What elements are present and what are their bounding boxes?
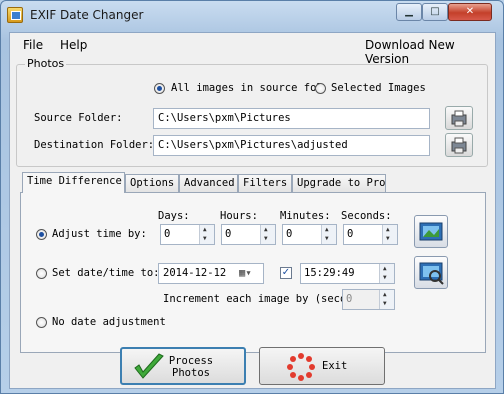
- maximize-icon: □: [430, 6, 440, 17]
- adjust-time-label: Adjust time by:: [52, 228, 147, 240]
- photos-group-title: Photos: [25, 57, 67, 70]
- folder-printer-icon: [451, 110, 467, 127]
- hours-stepper[interactable]: 0 ▲ ▼: [221, 224, 276, 245]
- title-bar[interactable]: EXIF Date Changer ▁ □ ✕: [1, 1, 503, 31]
- hours-label: Hours:: [220, 210, 258, 222]
- tab-advanced[interactable]: Advanced: [179, 174, 238, 193]
- time-difference-panel: Days: Hours: Minutes: Seconds: Adjust ti…: [20, 192, 486, 353]
- tab-upgrade-to-pro[interactable]: Upgrade to Pro: [292, 174, 386, 193]
- exit-button[interactable]: Exit: [259, 347, 385, 385]
- menu-help[interactable]: Help: [60, 38, 87, 52]
- time-enabled-checkbox[interactable]: ✓: [280, 267, 292, 279]
- folder-printer-icon: [451, 137, 467, 154]
- picture-frame-icon: [419, 222, 443, 241]
- days-stepper[interactable]: 0 ▲ ▼: [160, 224, 215, 245]
- stepper-arrows-icon[interactable]: ▲ ▼: [382, 225, 397, 244]
- minutes-stepper[interactable]: 0 ▲ ▼: [282, 224, 337, 245]
- tab-time-difference[interactable]: Time Difference: [22, 172, 125, 193]
- set-date-radio[interactable]: [36, 268, 47, 279]
- client-area: File Help Download New Version Photos Al…: [9, 32, 496, 389]
- app-window: EXIF Date Changer ▁ □ ✕ File Help Downlo…: [0, 0, 504, 394]
- process-label-line2: Photos: [172, 367, 210, 379]
- no-adjustment-label: No date adjustment: [52, 316, 166, 328]
- photos-group: Photos All images in source fol Selected…: [16, 57, 488, 167]
- stepper-arrows-icon[interactable]: ▲ ▼: [379, 264, 394, 283]
- download-new-version-link[interactable]: Download New Version: [365, 38, 495, 66]
- browse-source-button[interactable]: [445, 106, 473, 130]
- seconds-label: Seconds:: [341, 210, 392, 222]
- stepper-arrows-icon[interactable]: ▲ ▼: [199, 225, 214, 244]
- adjust-time-radio[interactable]: [36, 229, 47, 240]
- close-icon: ✕: [465, 6, 475, 17]
- destination-folder-field[interactable]: C:\Users\pxm\Pictures\adjusted: [153, 135, 430, 156]
- days-label: Days:: [158, 210, 190, 222]
- menu-bar: File Help Download New Version: [10, 33, 495, 66]
- menu-file[interactable]: File: [23, 38, 43, 52]
- stepper-arrows-icon[interactable]: ▲ ▼: [260, 225, 275, 244]
- picture-magnifier-icon: [419, 262, 444, 285]
- checkmark-icon: [134, 353, 164, 379]
- maximize-button[interactable]: □: [422, 3, 448, 21]
- exit-label: Exit: [322, 360, 348, 372]
- process-label-line1: Process: [168, 355, 214, 367]
- stepper-arrows-icon[interactable]: ▲ ▼: [379, 290, 394, 309]
- all-images-radio[interactable]: [154, 83, 165, 94]
- tab-filters[interactable]: Filters: [238, 174, 292, 193]
- source-folder-label: Source Folder:: [34, 112, 123, 124]
- set-date-label: Set date/time to:: [52, 267, 160, 279]
- seconds-stepper[interactable]: 0 ▲ ▼: [343, 224, 398, 245]
- process-photos-button[interactable]: Process Photos: [120, 347, 246, 385]
- minutes-label: Minutes:: [280, 210, 331, 222]
- app-icon: [7, 7, 23, 23]
- close-button[interactable]: ✕: [448, 3, 492, 21]
- increment-stepper[interactable]: 0 ▲ ▼: [342, 289, 395, 310]
- time-picker[interactable]: 15:29:49 ▲ ▼: [300, 263, 395, 284]
- stepper-arrows-icon[interactable]: ▲ ▼: [321, 225, 336, 244]
- apply-date-button[interactable]: [414, 256, 448, 289]
- source-folder-field[interactable]: C:\Users\pxm\Pictures: [153, 108, 430, 129]
- calendar-dropdown-icon[interactable]: ▦▾: [239, 267, 252, 279]
- minimize-icon: ▁: [405, 6, 413, 17]
- increment-label: Increment each image by (secon: [163, 293, 353, 305]
- browse-destination-button[interactable]: [445, 133, 473, 157]
- selected-images-radio[interactable]: [315, 83, 326, 94]
- apply-time-button[interactable]: [414, 215, 448, 248]
- all-images-label: All images in source fol: [171, 82, 323, 94]
- date-picker[interactable]: 2014-12-12 ▦▾: [158, 263, 264, 284]
- exit-burst-icon: [287, 353, 315, 381]
- destination-folder-label: Destination Folder:: [34, 139, 155, 151]
- window-title: EXIF Date Changer: [30, 8, 144, 22]
- tab-options[interactable]: Options: [125, 174, 179, 193]
- no-adjustment-radio[interactable]: [36, 317, 47, 328]
- minimize-button[interactable]: ▁: [396, 3, 422, 21]
- selected-images-label: Selected Images: [331, 82, 426, 94]
